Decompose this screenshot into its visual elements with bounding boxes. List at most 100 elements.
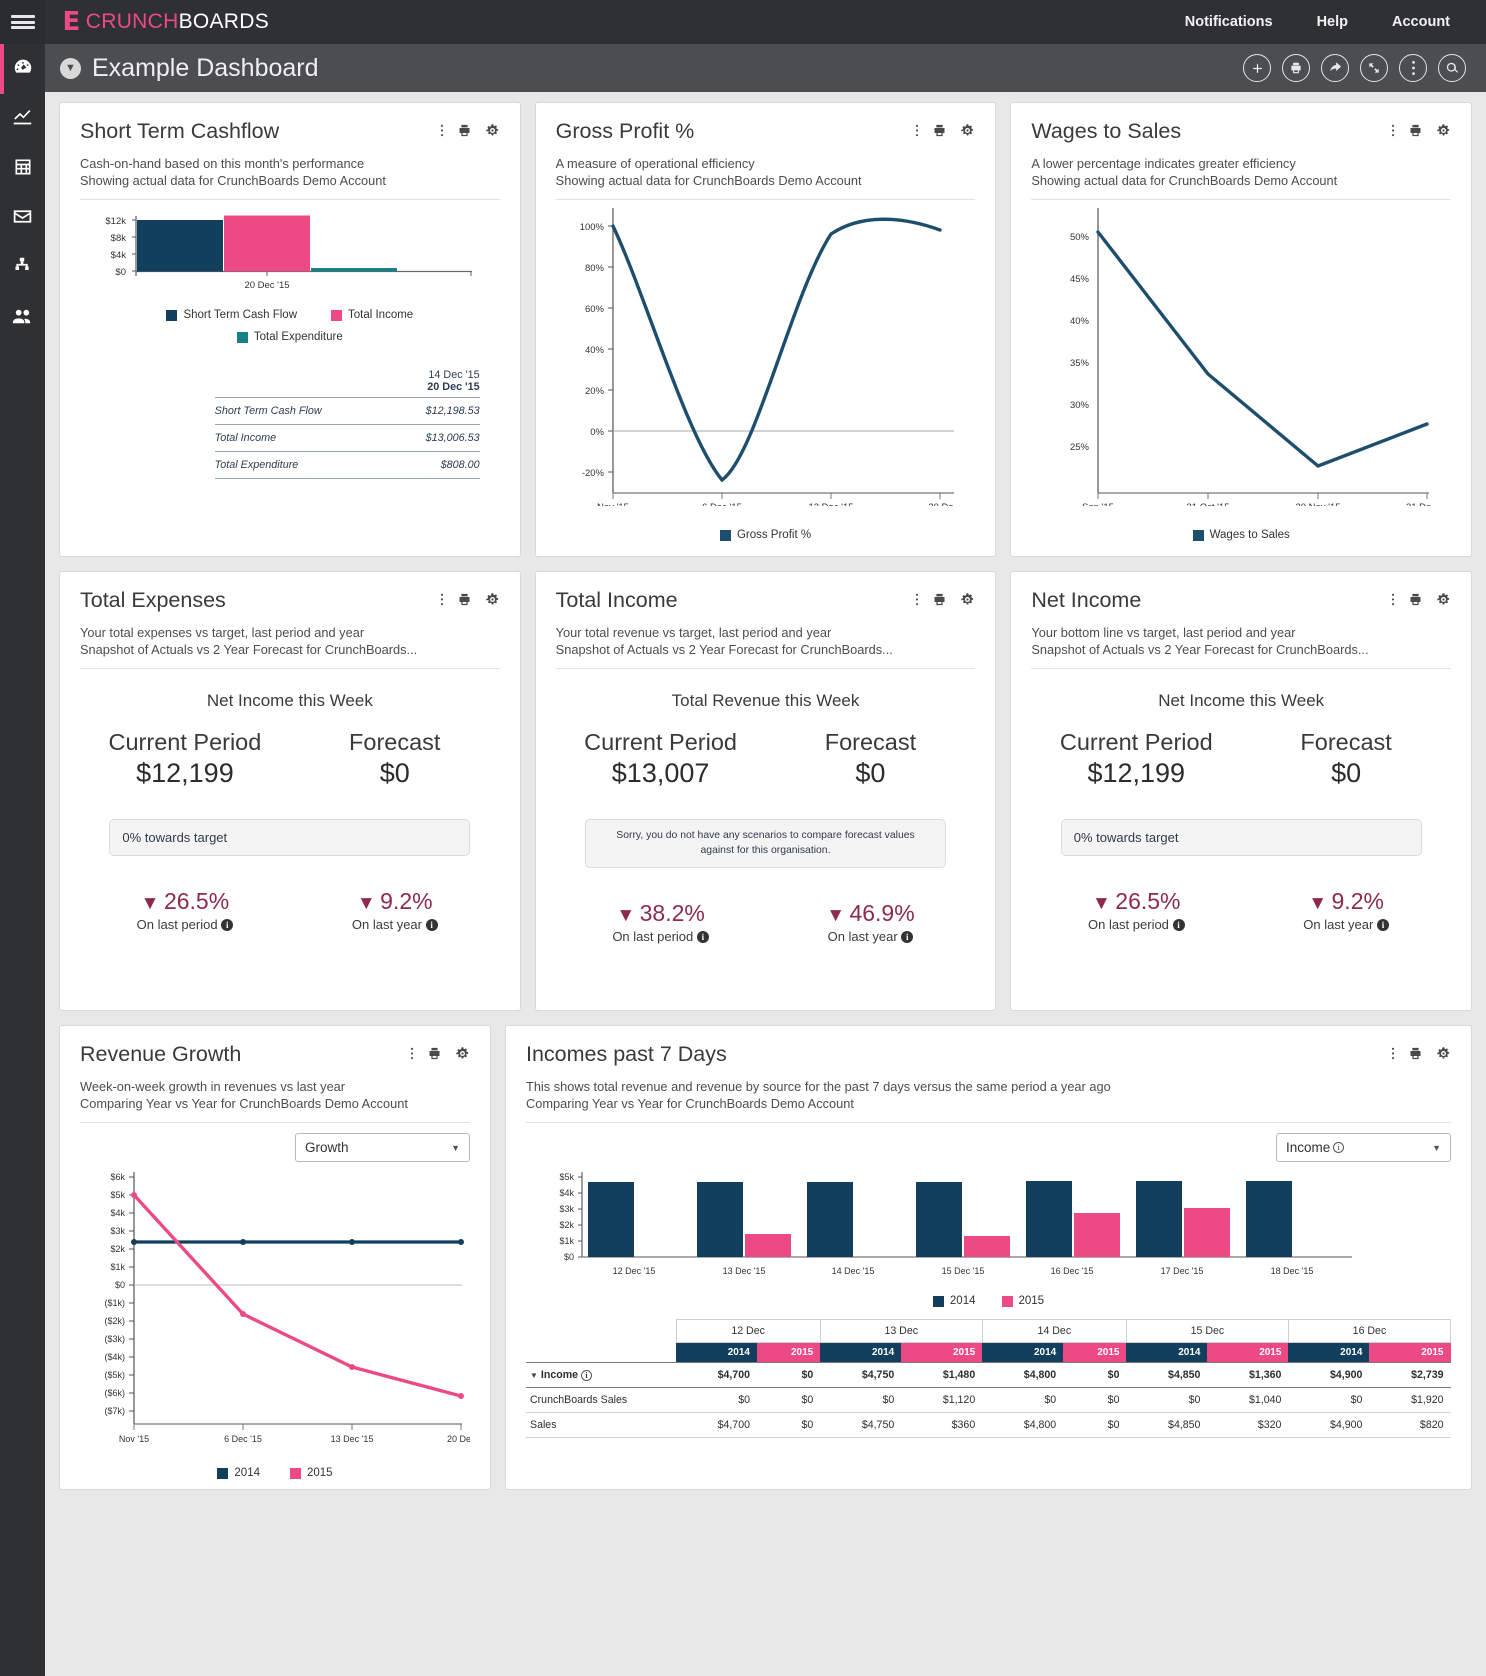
info-icon[interactable]: i — [221, 919, 234, 932]
info-icon[interactable]: i — [581, 1370, 593, 1382]
table-icon — [13, 157, 33, 182]
more-icon[interactable] — [1391, 1046, 1395, 1066]
hamburger-menu-button[interactable] — [0, 0, 45, 44]
gear-icon[interactable] — [455, 1046, 470, 1066]
info-icon[interactable]: i — [425, 919, 438, 932]
kpi-columns: Current Period $12,199 Forecast $0 — [1031, 729, 1451, 789]
row-label: Short Term Cash Flow — [214, 397, 391, 426]
svg-text:20%: 20% — [585, 386, 605, 397]
delta-value: 46.9% — [849, 900, 915, 927]
delta-caption: On last period i — [556, 929, 766, 944]
rail-item-org[interactable] — [0, 244, 45, 294]
table-row-income[interactable]: ▼ Income i $4,700 $0 $4,750 $1,480 $4,800 … — [526, 1362, 1451, 1389]
rail-item-reports[interactable] — [0, 94, 45, 144]
print-icon[interactable] — [1408, 123, 1423, 143]
growth-metric-select[interactable]: Growth ▼ — [295, 1133, 470, 1163]
legend-item[interactable]: 2015 — [1001, 1295, 1044, 1307]
year-header-2014: 2014 — [820, 1342, 902, 1363]
share-icon[interactable] — [1321, 54, 1349, 82]
gear-icon[interactable] — [960, 123, 975, 143]
legend-swatch — [1001, 1295, 1013, 1307]
legend-item[interactable]: Gross Profit % — [719, 529, 811, 541]
rail-item-dashboard[interactable] — [0, 44, 45, 94]
more-icon[interactable] — [1391, 592, 1395, 612]
print-icon[interactable] — [1282, 54, 1310, 82]
svg-text:Sep '15: Sep '15 — [1082, 502, 1114, 506]
more-icon[interactable] — [440, 123, 444, 143]
rail-item-tables[interactable] — [0, 144, 45, 194]
down-triangle-icon: ▼ — [1308, 893, 1328, 915]
svg-text:6 Dec '15: 6 Dec '15 — [702, 502, 742, 506]
delta-last-period: ▼ 26.5% On last period i — [80, 888, 290, 932]
print-icon[interactable] — [1408, 1046, 1423, 1066]
more-icon[interactable] — [915, 123, 919, 143]
org-icon — [12, 256, 33, 282]
expand-icon[interactable] — [1360, 54, 1388, 82]
svg-text:$2k: $2k — [559, 1220, 574, 1230]
add-icon[interactable] — [1243, 54, 1271, 82]
more-icon[interactable] — [1399, 54, 1427, 82]
legend-item[interactable]: Total Expenditure — [236, 331, 343, 343]
svg-text:$3k: $3k — [110, 1226, 125, 1236]
info-icon[interactable]: i — [1172, 919, 1185, 932]
legend-swatch — [932, 1295, 944, 1307]
caret-down-icon[interactable]: ▼ — [530, 1371, 538, 1380]
chevron-down-icon[interactable]: ▼ — [60, 57, 81, 79]
more-icon[interactable] — [915, 592, 919, 612]
gear-icon[interactable] — [960, 592, 975, 612]
print-icon[interactable] — [457, 592, 472, 612]
cell: $4,800 — [982, 1412, 1064, 1439]
info-icon[interactable]: i — [1376, 919, 1389, 932]
search-icon[interactable] — [1438, 54, 1466, 82]
delta-value-wrap: ▼ 26.5% — [80, 888, 290, 915]
legend-item[interactable]: Short Term Cash Flow — [166, 309, 297, 321]
print-icon[interactable] — [427, 1046, 442, 1066]
legend-item[interactable]: 2014 — [932, 1295, 976, 1307]
table-row-crunchboards-sales[interactable]: CrunchBoards Sales $0 $0 $0 $1,120 $0 $0… — [526, 1387, 1451, 1414]
more-icon[interactable] — [440, 592, 444, 612]
card-title: Incomes past 7 Days — [526, 1042, 727, 1066]
delta-value-wrap: ▼ 38.2% — [556, 900, 766, 927]
income-metric-select[interactable]: Income i ▼ — [1276, 1133, 1451, 1163]
table-row: Short Term Cash Flow $12,198.53 — [214, 397, 480, 426]
legend-item[interactable]: Total Income — [331, 309, 413, 321]
info-icon[interactable]: i — [1333, 1142, 1345, 1154]
print-icon[interactable] — [932, 123, 947, 143]
print-icon[interactable] — [1408, 592, 1423, 612]
year-header-2015: 2015 — [1207, 1342, 1289, 1363]
gear-icon[interactable] — [1436, 592, 1451, 612]
gear-icon[interactable] — [485, 592, 500, 612]
brand-logo[interactable]: Ǝ CRUNCHBOARDS — [63, 7, 269, 37]
legend-item[interactable]: Wages to Sales — [1192, 529, 1290, 541]
info-icon[interactable]: i — [901, 931, 914, 944]
select-value: Growth — [305, 1140, 349, 1156]
cell: $1,920 — [1369, 1387, 1451, 1414]
nav-account[interactable]: Account — [1392, 14, 1450, 30]
print-icon[interactable] — [457, 123, 472, 143]
more-icon[interactable] — [410, 1046, 414, 1066]
gear-icon[interactable] — [1436, 123, 1451, 143]
more-icon[interactable] — [1391, 123, 1395, 143]
kpi-heading: Net Income this Week — [1158, 691, 1325, 711]
print-icon[interactable] — [932, 592, 947, 612]
delta-last-year: ▼ 9.2% On last year i — [1241, 888, 1451, 932]
chart-legend: 2014 2015 — [80, 1467, 470, 1479]
nav-notifications[interactable]: Notifications — [1185, 14, 1273, 30]
card-subtitle: Your total revenue vs target, last perio… — [556, 624, 976, 658]
gear-icon[interactable] — [1436, 1046, 1451, 1066]
row-value: $12,198.53 — [390, 397, 480, 426]
card-header: Wages to Sales — [1031, 119, 1451, 144]
svg-text:40%: 40% — [1070, 316, 1090, 327]
gear-icon[interactable] — [485, 123, 500, 143]
dashboard-toolbar — [1243, 54, 1466, 82]
cashflow-summary-table: 14 Dec '15 20 Dec '15 Short Term Cash Fl… — [214, 369, 480, 480]
row-value: $808.00 — [390, 451, 480, 480]
rail-item-mail[interactable] — [0, 194, 45, 244]
info-icon[interactable]: i — [696, 931, 709, 944]
legend-item[interactable]: 2014 — [217, 1467, 260, 1479]
legend-item[interactable]: 2015 — [290, 1467, 333, 1479]
nav-help[interactable]: Help — [1317, 14, 1348, 30]
cell: $4,850 — [1126, 1412, 1208, 1439]
table-row-sales[interactable]: Sales $4,700 $0 $4,750 $360 $4,800 $0 $4… — [526, 1412, 1451, 1439]
rail-item-people[interactable] — [0, 294, 45, 344]
